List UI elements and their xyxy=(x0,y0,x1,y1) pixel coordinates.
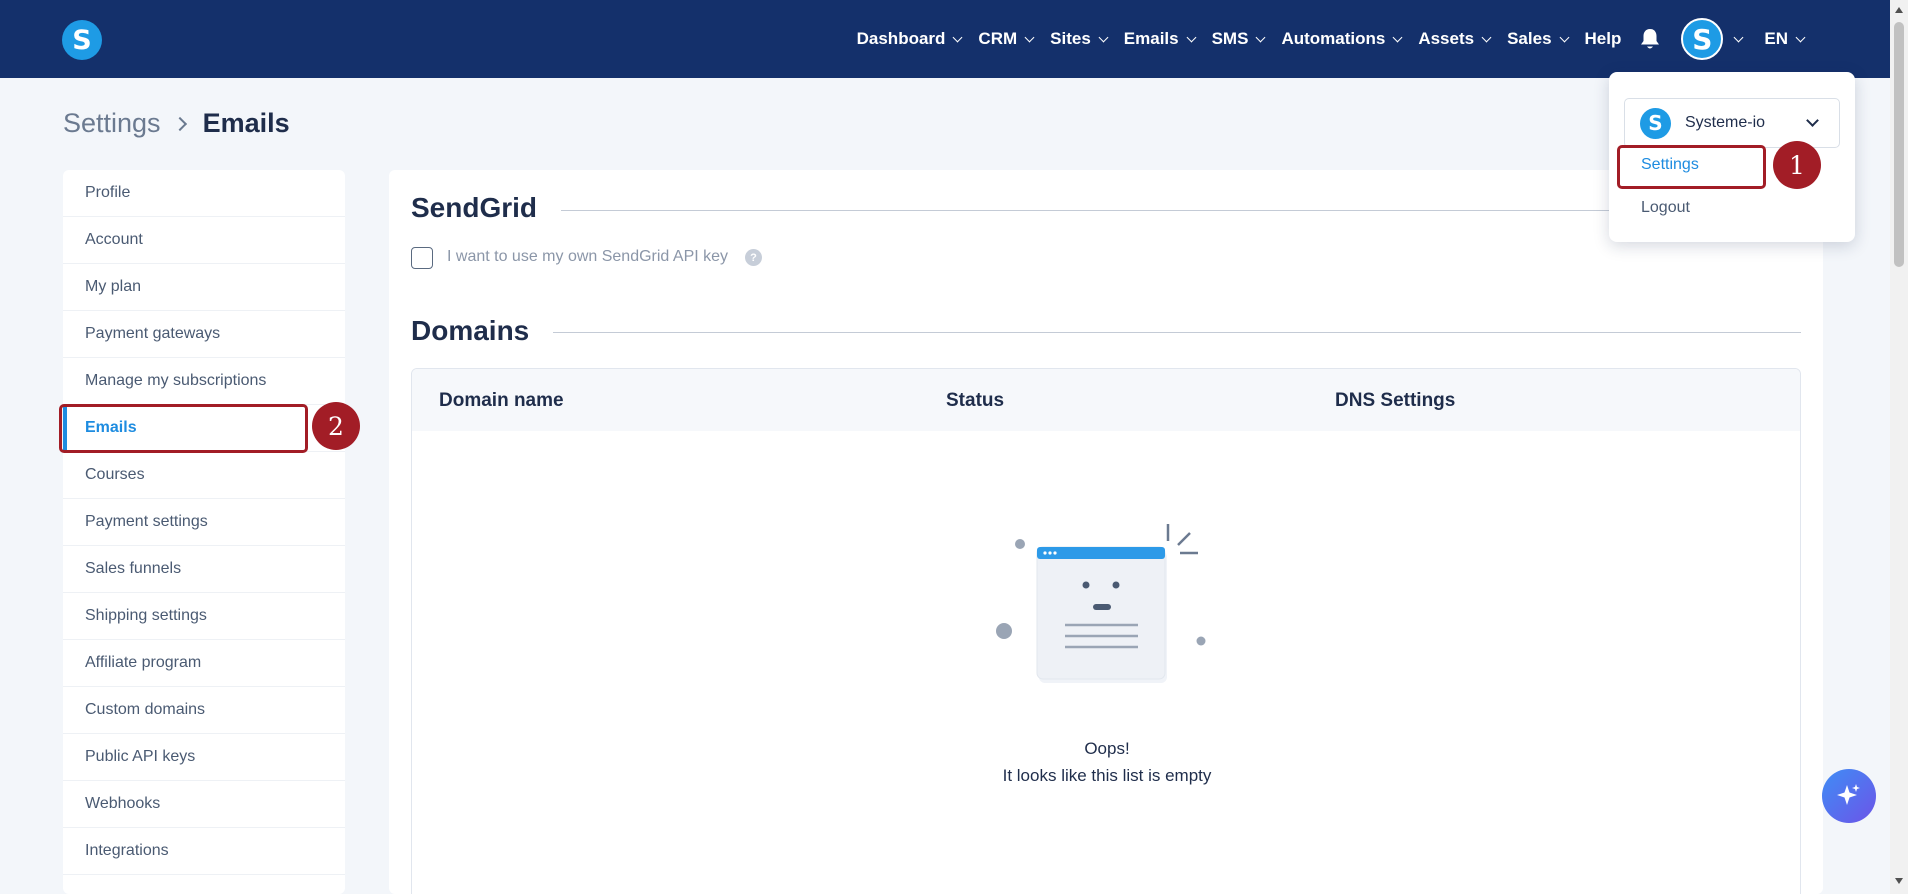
page-scrollbar[interactable] xyxy=(1890,0,1908,894)
empty-list-illustration xyxy=(996,524,1206,683)
avatar: S xyxy=(1681,18,1724,60)
sendgrid-title: SendGrid xyxy=(411,192,538,223)
nav-dashboard[interactable]: Dashboard xyxy=(857,29,963,49)
annotation-highlight-emails xyxy=(59,404,308,453)
nav-crm[interactable]: CRM xyxy=(978,29,1035,49)
empty-message: It looks like this list is empty xyxy=(1002,766,1212,785)
sidebar-item-account[interactable]: Account xyxy=(63,217,345,264)
domains-title: Domains xyxy=(411,315,530,346)
sidebar-item-payment-gateways[interactable]: Payment gateways xyxy=(63,311,345,358)
nav-sites[interactable]: Sites xyxy=(1050,29,1109,49)
settings-sidebar: Profile Account My plan Payment gateways… xyxy=(63,170,345,894)
annotation-badge-2: 2 xyxy=(312,402,360,450)
nav-emails[interactable]: Emails xyxy=(1124,29,1197,49)
page-title: Emails xyxy=(202,108,290,138)
column-dns-settings: DNS Settings xyxy=(1335,390,1456,411)
chevron-down-icon xyxy=(1733,32,1744,42)
chevron-down-icon xyxy=(1255,32,1266,42)
sidebar-item-payment-settings[interactable]: Payment settings xyxy=(63,499,345,546)
sidebar-item-profile[interactable]: Profile xyxy=(63,170,345,217)
annotation-highlight-settings xyxy=(1617,145,1766,189)
chevron-down-icon xyxy=(1024,32,1035,42)
chevron-right-icon xyxy=(172,116,187,131)
nav-automations[interactable]: Automations xyxy=(1281,29,1403,49)
top-navigation-bar: S Dashboard CRM Sites Emails SMS Automat… xyxy=(0,0,1890,78)
scroll-up-arrow-icon[interactable] xyxy=(1895,7,1903,13)
chevron-down-icon xyxy=(952,32,963,42)
sidebar-item-my-plan[interactable]: My plan xyxy=(63,264,345,311)
main-nav: Dashboard CRM Sites Emails SMS Automatio… xyxy=(840,0,1806,78)
annotation-badge-1: 1 xyxy=(1773,141,1821,189)
help-icon[interactable]: ? xyxy=(745,249,762,266)
sidebar-item-affiliate-program[interactable]: Affiliate program xyxy=(63,640,345,687)
language-selector[interactable]: EN xyxy=(1764,29,1806,49)
bell-icon[interactable] xyxy=(1639,27,1661,51)
sidebar-item-integrations[interactable]: Integrations xyxy=(63,828,345,875)
scroll-down-arrow-icon[interactable] xyxy=(1895,878,1903,884)
chevron-down-icon xyxy=(1098,32,1109,42)
systeme-logo[interactable]: S xyxy=(62,20,102,60)
chevron-down-icon xyxy=(1481,32,1492,42)
breadcrumb-settings[interactable]: Settings xyxy=(63,108,161,139)
menu-item-logout[interactable]: Logout xyxy=(1641,199,1690,217)
chevron-down-icon xyxy=(1559,32,1569,42)
nav-sales[interactable]: Sales xyxy=(1507,29,1569,49)
sidebar-item-shipping-settings[interactable]: Shipping settings xyxy=(63,593,345,640)
sidebar-item-courses[interactable]: Courses xyxy=(63,452,345,499)
sidebar-item-manage-subscriptions[interactable]: Manage my subscriptions xyxy=(63,358,345,405)
chevron-down-icon xyxy=(1392,32,1403,42)
sidebar-item-sales-funnels[interactable]: Sales funnels xyxy=(63,546,345,593)
account-logo: S xyxy=(1640,107,1671,139)
chevron-down-icon xyxy=(1806,114,1819,127)
own-sendgrid-api-key-checkbox[interactable] xyxy=(411,247,433,269)
user-menu-trigger[interactable]: S xyxy=(1681,18,1744,60)
account-switcher[interactable]: S Systeme-io xyxy=(1624,98,1840,148)
nav-sms[interactable]: SMS xyxy=(1212,29,1266,49)
checkbox-label: I want to use my own SendGrid API key xyxy=(447,248,729,265)
sparkle-icon xyxy=(1837,784,1860,805)
account-name: Systeme-io xyxy=(1685,114,1766,131)
sidebar-item-public-api-keys[interactable]: Public API keys xyxy=(63,734,345,781)
empty-title: Oops! xyxy=(1084,739,1130,758)
chevron-down-icon xyxy=(1795,32,1806,42)
section-divider xyxy=(553,332,1801,333)
domains-table: Domain name Status DNS Settings Oops! It… xyxy=(411,368,1801,894)
scrollbar-thumb[interactable] xyxy=(1894,22,1904,267)
nav-assets[interactable]: Assets xyxy=(1418,29,1492,49)
breadcrumb: Settings Emails xyxy=(63,108,290,139)
sidebar-item-custom-domains[interactable]: Custom domains xyxy=(63,687,345,734)
table-header: Domain name Status DNS Settings xyxy=(412,369,1800,431)
sidebar-item-webhooks[interactable]: Webhooks xyxy=(63,781,345,828)
nav-help[interactable]: Help xyxy=(1585,29,1622,49)
emails-settings-panel: SendGrid I want to use my own SendGrid A… xyxy=(389,170,1823,894)
ai-assistant-button[interactable] xyxy=(1822,769,1876,823)
column-domain-name: Domain name xyxy=(439,390,564,411)
column-status: Status xyxy=(946,390,1005,411)
chevron-down-icon xyxy=(1186,32,1197,42)
